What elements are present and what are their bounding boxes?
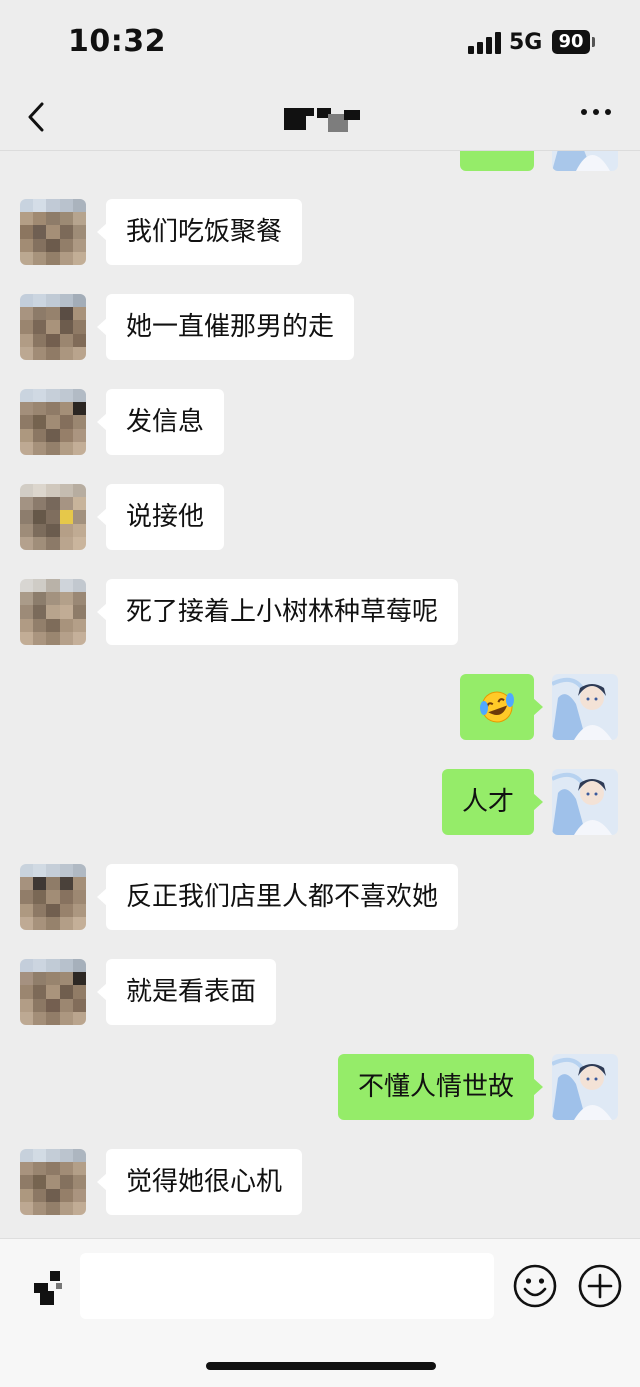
face-with-tears-of-joy-emoji: [480, 691, 514, 723]
message-bubble[interactable]: 觉得她很心机: [96, 1149, 303, 1215]
message-bubble[interactable]: 就是看表面: [96, 959, 277, 1025]
ellipsis-icon[interactable]: [576, 96, 616, 126]
avatar[interactable]: [20, 864, 86, 930]
home-indicator[interactable]: [206, 1362, 436, 1370]
battery-tip: [592, 37, 595, 47]
message-bubble[interactable]: 反正我们店里人都不喜欢她: [96, 864, 459, 930]
voice-icon[interactable]: [30, 1269, 70, 1309]
pixelated-avatar: [20, 1149, 86, 1215]
avatar[interactable]: [20, 294, 86, 360]
message-bubble[interactable]: 说接他: [96, 484, 225, 550]
signal-icon: [468, 32, 502, 54]
avatar[interactable]: [20, 579, 86, 645]
message-row: 死了接着上小树林种草莓呢: [0, 579, 640, 649]
message-row: 她一直催那男的走: [0, 294, 640, 364]
emoji-bubble[interactable]: [460, 674, 543, 740]
status-bar: 10:32 5G 90: [0, 0, 640, 86]
message-row: 人才: [0, 769, 640, 839]
status-time: 10:32: [68, 24, 166, 59]
message-bubble[interactable]: 死了接着上小树林种草莓呢: [96, 579, 459, 645]
pixelated-avatar: [20, 294, 86, 360]
anime-avatar-image: [552, 1054, 618, 1120]
message-row: [0, 151, 640, 175]
battery-icon: 90: [552, 30, 590, 54]
avatar[interactable]: [552, 1054, 618, 1120]
emoji-bubble[interactable]: [460, 151, 534, 171]
emoji-icon[interactable]: [512, 1263, 558, 1309]
avatar[interactable]: [20, 199, 86, 265]
message-bubble[interactable]: 她一直催那男的走: [96, 294, 355, 360]
message-bubble[interactable]: 人才: [441, 769, 544, 835]
message-bubble[interactable]: 不懂人情世故: [337, 1054, 544, 1120]
avatar[interactable]: [20, 959, 86, 1025]
message-row: [0, 674, 640, 744]
pixelated-avatar: [20, 389, 86, 455]
network-type: 5G: [509, 30, 543, 55]
chevron-left-icon[interactable]: [22, 98, 52, 136]
message-input[interactable]: [80, 1253, 494, 1319]
message-row: 我们吃饭聚餐: [0, 199, 640, 269]
pixelated-avatar: [20, 959, 86, 1025]
chat-header: [0, 86, 640, 151]
avatar[interactable]: [552, 769, 618, 835]
avatar[interactable]: [20, 1149, 86, 1215]
pixelated-avatar: [20, 864, 86, 930]
chat-title-redacted[interactable]: [284, 108, 364, 132]
message-bubble[interactable]: 发信息: [96, 389, 225, 455]
message-row: 说接他: [0, 484, 640, 554]
message-row: 觉得她很心机: [0, 1149, 640, 1219]
anime-avatar-image: [552, 151, 618, 171]
message-row: 就是看表面: [0, 959, 640, 1029]
message-row: 不懂人情世故: [0, 1054, 640, 1124]
message-row: 发信息: [0, 389, 640, 459]
pixelated-avatar: [20, 484, 86, 550]
pixelated-avatar: [20, 579, 86, 645]
plus-icon[interactable]: [577, 1263, 623, 1309]
anime-avatar-image: [552, 769, 618, 835]
message-list[interactable]: 我们吃饭聚餐 她一直催那男的走 发信息 说接他 死了接着上小树林种草莓呢 人才 …: [0, 151, 640, 1238]
anime-avatar-image: [552, 674, 618, 740]
message-bubble[interactable]: 我们吃饭聚餐: [96, 199, 303, 265]
avatar[interactable]: [20, 389, 86, 455]
avatar[interactable]: [20, 484, 86, 550]
message-row: 反正我们店里人都不喜欢她: [0, 864, 640, 934]
avatar[interactable]: [552, 674, 618, 740]
pixelated-avatar: [20, 199, 86, 265]
avatar[interactable]: [552, 151, 618, 171]
